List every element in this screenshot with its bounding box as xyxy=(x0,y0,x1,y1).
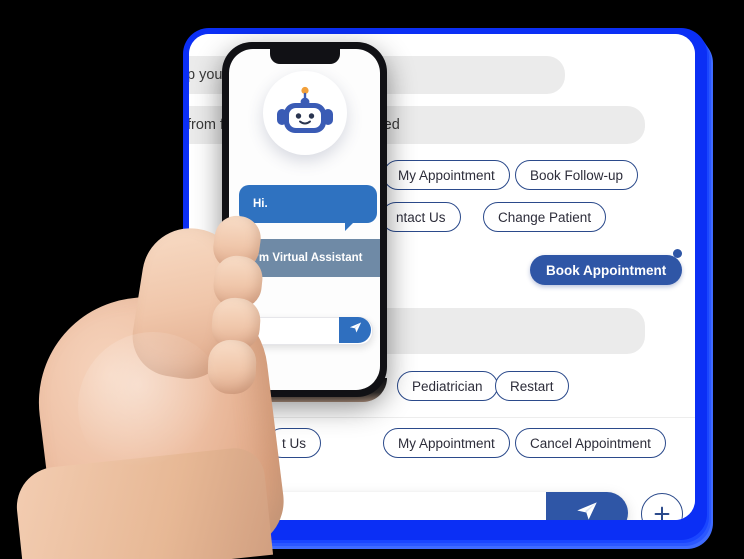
hand-thumb xyxy=(126,221,246,385)
screenshot-root: p you today? from following options to p… xyxy=(0,0,744,559)
hand-finger xyxy=(207,339,257,395)
hand-finger xyxy=(210,296,262,352)
phone-notch xyxy=(269,49,340,64)
hand-layer xyxy=(0,0,744,559)
hand-holding-phone xyxy=(12,213,318,559)
hand-highlight xyxy=(78,332,228,482)
hand-finger xyxy=(210,213,264,273)
hand-finger xyxy=(211,253,265,311)
hand-wrist xyxy=(12,445,274,559)
hand-palm xyxy=(26,282,290,559)
